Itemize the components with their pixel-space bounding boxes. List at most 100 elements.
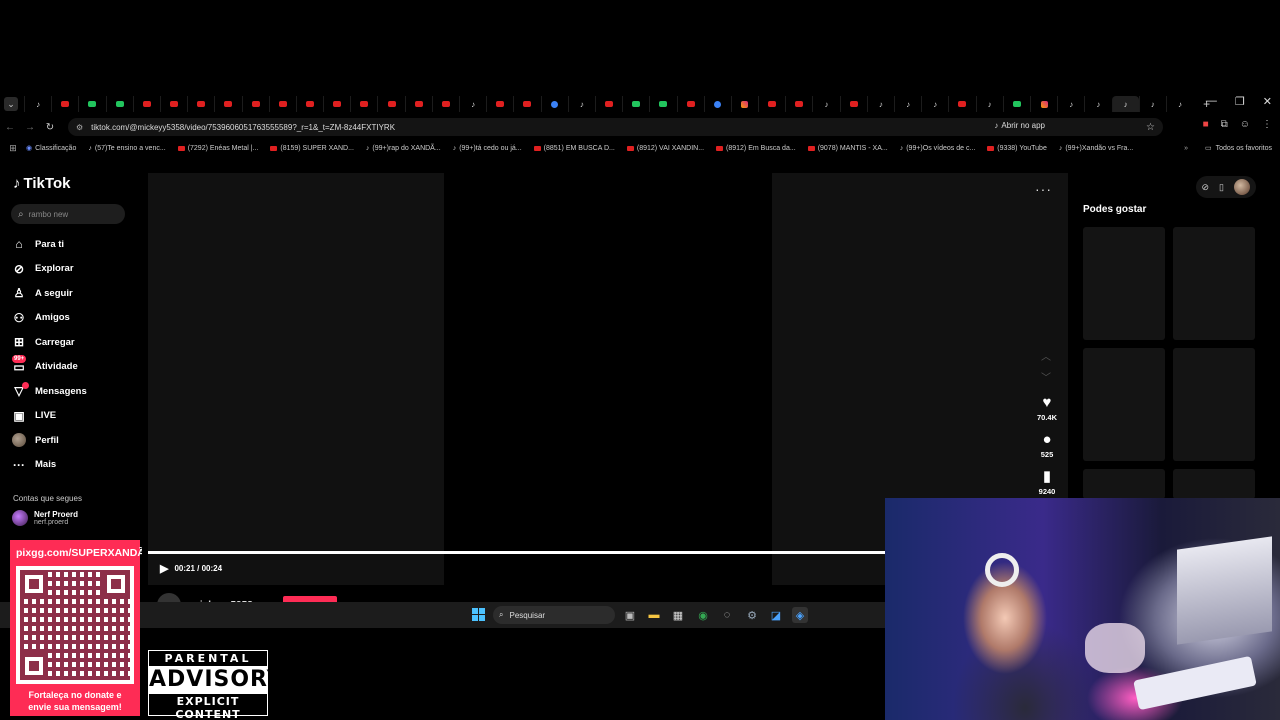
close-window-icon[interactable]: ✕: [1263, 95, 1272, 108]
browser-tab[interactable]: [268, 96, 296, 112]
back-icon[interactable]: ←: [0, 122, 20, 133]
bookmark-item[interactable]: (7292) Enéas Metal |...: [177, 144, 258, 152]
browser-tab[interactable]: [78, 96, 105, 112]
sidebar-item-carregar[interactable]: ⊞ Carregar: [12, 330, 137, 355]
site-info-icon[interactable]: ⚙: [76, 123, 83, 132]
browser-tab[interactable]: [404, 96, 432, 112]
browser-tab[interactable]: [594, 96, 622, 112]
sidebar-item-explorar[interactable]: ⊘ Explorar: [12, 257, 137, 282]
browser-tab[interactable]: [540, 96, 568, 112]
sidebar-item-mensagens[interactable]: ▽ Mensagens: [12, 379, 137, 404]
suggested-video-thumb[interactable]: [1173, 469, 1255, 499]
suggested-video-thumb[interactable]: [1083, 469, 1165, 499]
sidebar-item-perfil[interactable]: Perfil: [12, 428, 137, 453]
bookmark-item[interactable]: (9338) YouTube: [987, 144, 1047, 152]
browser-tab[interactable]: [1029, 96, 1057, 112]
browser-tab[interactable]: [758, 96, 785, 112]
browser-tab[interactable]: [431, 96, 459, 112]
more-bookmarks-icon[interactable]: »: [1184, 145, 1188, 152]
bookmark-item[interactable]: (9078) MANTIS - XA...: [807, 144, 888, 152]
suggested-video-thumb[interactable]: [1083, 227, 1165, 340]
save-button[interactable]: ▮ 9240: [1030, 469, 1064, 497]
browser-tab[interactable]: [730, 96, 758, 112]
profile-avatar-icon[interactable]: ☺: [1240, 119, 1250, 130]
browser-tab[interactable]: [676, 96, 704, 112]
video-progress-bar[interactable]: [148, 551, 885, 554]
browser-tab[interactable]: [105, 96, 133, 112]
suggested-video-thumb[interactable]: [1173, 348, 1255, 461]
browser-tab[interactable]: ♪: [1165, 96, 1193, 112]
bookmark-item[interactable]: (8912) Em Busca da...: [716, 144, 796, 152]
sidebar-item-amigos[interactable]: ⚇ Amigos: [12, 306, 137, 331]
bookmark-item[interactable]: ♪ (99+)Xandão vs Fra...: [1059, 144, 1133, 152]
bookmark-item[interactable]: (8851) EM BUSCA D...: [533, 144, 615, 152]
bookmark-item[interactable]: ♪ (99+)rap do XANDÃ...: [366, 144, 441, 152]
profile-avatar[interactable]: [1234, 179, 1250, 195]
app-icon[interactable]: ◪: [768, 607, 784, 623]
browser-tab[interactable]: [622, 96, 649, 112]
browser-tab[interactable]: ♪: [567, 96, 595, 112]
task-view-icon[interactable]: ▣: [622, 607, 638, 623]
forward-icon[interactable]: →: [20, 122, 40, 133]
search-input[interactable]: [28, 209, 119, 219]
browser-tab[interactable]: [187, 96, 214, 112]
windows-start-icon[interactable]: [472, 608, 485, 621]
browser-tab[interactable]: [377, 96, 404, 112]
sidebar-item-atividade[interactable]: ▭ 99+ Atividade: [12, 354, 137, 380]
apps-grid-icon[interactable]: ⊞: [0, 143, 26, 154]
browser-tab[interactable]: [649, 96, 676, 112]
browser-tab[interactable]: [1002, 96, 1030, 112]
open-in-app-chip[interactable]: ♪ Abrir no app: [994, 121, 1045, 130]
file-explorer-icon[interactable]: ▬: [646, 607, 662, 623]
more-options-icon[interactable]: ···: [1035, 181, 1052, 197]
browser-tab[interactable]: [323, 96, 350, 112]
comment-button[interactable]: ● 525: [1030, 432, 1064, 460]
bookmark-item[interactable]: ♪ (99+)tá cedo ou já...: [453, 144, 522, 152]
bookmark-star-icon[interactable]: ☆: [1146, 122, 1155, 133]
tab-search-button[interactable]: ⌄: [4, 97, 18, 111]
browser-tab[interactable]: [948, 96, 975, 112]
chrome-icon[interactable]: ◉: [695, 607, 711, 623]
browser-tab[interactable]: [703, 96, 731, 112]
address-bar[interactable]: ⚙ tiktok.com/@mickeyy5358/video/75396060…: [68, 118, 1163, 136]
like-button[interactable]: ♥ 70.4K: [1030, 395, 1064, 423]
store-icon[interactable]: ▦: [670, 607, 686, 623]
bookmark-item[interactable]: (8159) SUPER XAND...: [270, 144, 354, 152]
taskbar-search[interactable]: ⌕ Pesquisar: [493, 606, 615, 624]
tiktok-logo[interactable]: ♪ TikTok: [13, 175, 70, 192]
suggested-video-thumb[interactable]: [1083, 348, 1165, 461]
sidebar-item-para-ti[interactable]: ⌂ Para ti: [12, 232, 137, 257]
browser-tab[interactable]: ♪: [921, 96, 948, 112]
browser-tab[interactable]: [295, 96, 323, 112]
all-bookmarks-folder[interactable]: ▭ Todos os favoritos: [1205, 144, 1272, 153]
extensions-menu-icon[interactable]: ⧉: [1221, 119, 1228, 130]
browser-tab[interactable]: ♪: [894, 96, 921, 112]
browser-tab[interactable]: [159, 96, 187, 112]
sidebar-item-mais[interactable]: ··· Mais: [12, 453, 137, 478]
browser-tab[interactable]: [132, 96, 160, 112]
browser-tab[interactable]: ♪: [812, 96, 839, 112]
browser-tab[interactable]: [241, 96, 269, 112]
chevron-down-icon[interactable]: ﹀: [1041, 369, 1051, 384]
browser-tab[interactable]: [785, 96, 812, 112]
bookmark-item[interactable]: ♪ (57)Te ensino a venc...: [88, 144, 165, 152]
browser-tab[interactable]: ♪: [24, 96, 51, 112]
browser-tab[interactable]: ♪: [1138, 96, 1166, 112]
extension-icon[interactable]: ■: [1203, 119, 1209, 130]
steam-icon[interactable]: ◈: [792, 607, 808, 623]
browser-tab[interactable]: ♪: [866, 96, 894, 112]
browser-tab[interactable]: [214, 96, 241, 112]
browser-tab[interactable]: ♪: [459, 96, 486, 112]
app-icon[interactable]: ◌: [719, 607, 735, 623]
browser-tab[interactable]: ♪: [1084, 96, 1111, 112]
settings-gear-icon[interactable]: ⚙: [744, 607, 760, 623]
reload-icon[interactable]: ↻: [40, 122, 60, 133]
video-frame[interactable]: [444, 173, 772, 585]
play-icon[interactable]: ▶: [160, 562, 168, 575]
browser-tab[interactable]: [839, 96, 867, 112]
bookmark-item[interactable]: ♪ (99+)Os vídeos de c...: [900, 144, 976, 152]
bookmark-item[interactable]: (8912) VAI XANDIN...: [626, 144, 704, 152]
maximize-icon[interactable]: ❐: [1235, 95, 1245, 108]
phone-icon[interactable]: ▯: [1219, 182, 1224, 193]
suggested-video-thumb[interactable]: [1173, 227, 1255, 340]
